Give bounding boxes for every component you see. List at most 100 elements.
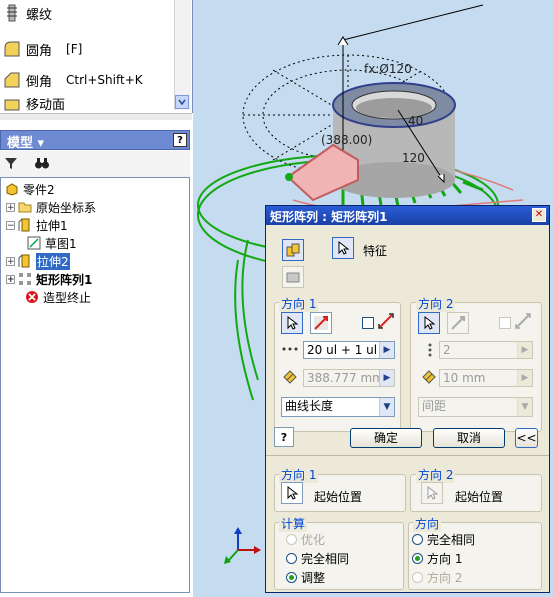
find-icon[interactable] xyxy=(34,155,50,171)
direction1-spacing-type-value: 曲线长度 xyxy=(285,399,334,413)
direction1-count-field[interactable]: 20 ul + 1 ul ▶ xyxy=(303,341,395,359)
move-face-icon xyxy=(4,99,20,111)
model-panel-title[interactable]: 模型 ▾ xyxy=(7,132,44,151)
orientation-direction2-radio[interactable]: 方向 2 xyxy=(412,569,462,586)
tree-item-label: 原始坐标系 xyxy=(36,200,97,215)
tree-item-extrude1[interactable]: − 拉伸1 xyxy=(6,216,68,234)
radio-label: 完全相同 xyxy=(427,533,476,547)
direction2-spacing-type-select[interactable]: 间距 ▼ xyxy=(418,397,533,417)
expand-toggle[interactable]: + xyxy=(6,202,15,212)
direction1-midplane-checkbox[interactable] xyxy=(362,317,374,329)
tree-item-label: 拉伸1 xyxy=(36,218,68,233)
command-fillet[interactable]: 圆角 [F] xyxy=(0,36,175,62)
collapse-button[interactable]: << xyxy=(515,428,538,448)
spin-arrow-icon[interactable]: ▶ xyxy=(517,370,532,386)
tree-item-label: 矩形阵列1 xyxy=(36,272,93,287)
select-features-button[interactable] xyxy=(332,237,354,259)
tree-item-label: 拉伸2 xyxy=(36,252,70,270)
direction2-flip-button[interactable] xyxy=(447,312,469,334)
rectangular-pattern-dialog: 矩形阵列 : 矩形阵列1 ✕ 特征 方向 1 20 ul + 1 ul ▶ 38… xyxy=(265,205,550,593)
collapse-toggle[interactable]: − xyxy=(6,220,15,230)
fillet-icon xyxy=(4,41,20,57)
pattern-solids-button[interactable] xyxy=(282,266,304,288)
radio-indicator xyxy=(412,572,423,583)
dimension-height[interactable]: 120 xyxy=(402,151,425,165)
start-dir1-button[interactable] xyxy=(281,482,303,504)
end-of-part-icon xyxy=(26,291,38,303)
direction2-count-field[interactable]: 2 ▶ xyxy=(439,341,533,359)
cursor-arrow-icon xyxy=(287,316,299,330)
compute-optimized-radio[interactable]: 优化 xyxy=(286,531,325,548)
expand-toggle[interactable]: + xyxy=(6,256,15,266)
dialog-title-bar[interactable]: 矩形阵列 : 矩形阵列1 ✕ xyxy=(266,206,549,225)
start-dir2-label: 起始位置 xyxy=(455,490,504,504)
tree-item-extrude2[interactable]: + 拉伸2 xyxy=(6,252,70,270)
tree-item-label: 零件2 xyxy=(23,182,55,197)
direction1-path-button[interactable] xyxy=(281,312,303,334)
dimension-inner[interactable]: 40 xyxy=(408,114,423,128)
dimension-spacing[interactable]: (388.00) xyxy=(321,133,372,147)
tree-item-part[interactable]: 零件2 xyxy=(5,180,55,198)
orientation-identical-radio[interactable]: 完全相同 xyxy=(412,531,475,548)
flip-direction-icon xyxy=(451,316,465,330)
compute-adjust-radio[interactable]: 调整 xyxy=(286,569,325,586)
count-icon xyxy=(282,347,298,351)
radio-indicator xyxy=(286,572,297,583)
direction1-spacing-field[interactable]: 388.777 mm ▶ xyxy=(303,369,395,387)
command-panel: 螺纹 圆角 [F] 倒角 Ctrl+Shift+K 移动面 xyxy=(0,0,193,113)
grip-point[interactable] xyxy=(285,173,293,181)
dropdown-arrow-icon[interactable]: ▼ xyxy=(517,398,532,416)
pattern-features-button[interactable] xyxy=(282,239,304,261)
direction2-spacing-field[interactable]: 10 mm ▶ xyxy=(439,369,533,387)
tree-item-origin[interactable]: + 原始坐标系 xyxy=(6,198,96,216)
compute-identical-radio[interactable]: 完全相同 xyxy=(286,550,349,567)
tree-item-sketch1[interactable]: 草图1 xyxy=(27,234,77,252)
spin-arrow-icon[interactable]: ▶ xyxy=(379,370,394,386)
cursor-arrow-icon xyxy=(424,316,436,330)
help-button[interactable]: ? xyxy=(274,427,294,447)
orientation-title: 方向 xyxy=(413,515,442,532)
chevron-down-icon xyxy=(178,99,186,106)
direction1-count-value: 20 ul + 1 ul xyxy=(307,343,378,357)
cancel-button[interactable]: 取消 xyxy=(433,428,505,448)
command-shortcut: Ctrl+Shift+K xyxy=(66,73,143,87)
start-dir2-button[interactable] xyxy=(421,482,443,504)
command-shortcut: [F] xyxy=(66,42,83,56)
direction1-flip-button[interactable] xyxy=(310,312,332,334)
close-button[interactable]: ✕ xyxy=(532,208,546,222)
spacing-icon xyxy=(283,370,297,384)
direction2-midplane-checkbox[interactable] xyxy=(499,317,511,329)
orientation-direction1-radio[interactable]: 方向 1 xyxy=(412,550,462,567)
cursor-arrow-icon xyxy=(338,241,350,255)
model-panel-header[interactable]: 模型 ▾ ? xyxy=(0,130,190,151)
midplane-icon xyxy=(378,313,394,329)
flip-direction-icon xyxy=(314,316,328,330)
command-label: 移动面 xyxy=(26,97,66,112)
direction1-spacing-type-select[interactable]: 曲线长度 ▼ xyxy=(281,397,395,417)
radio-label: 方向 1 xyxy=(427,552,463,566)
ok-button[interactable]: 确定 xyxy=(350,428,422,448)
command-move-face[interactable]: 移动面 xyxy=(0,95,175,111)
filter-icon[interactable] xyxy=(4,156,18,170)
command-chamfer[interactable]: 倒角 Ctrl+Shift+K xyxy=(0,67,175,93)
panel-splitter[interactable] xyxy=(0,113,192,120)
rect-feature xyxy=(286,143,359,202)
direction2-path-button[interactable] xyxy=(418,312,440,334)
command-label: 圆角 xyxy=(26,43,53,59)
tree-item-rect-pattern[interactable]: + 矩形阵列1 xyxy=(6,270,92,288)
command-scrollbar[interactable] xyxy=(174,0,191,110)
view-triad xyxy=(224,527,261,564)
spin-arrow-icon[interactable]: ▶ xyxy=(379,342,394,358)
model-tree: 零件2 + 原始坐标系 − 拉伸1 草图1 + 拉伸2 + 矩形阵列1 造型终止 xyxy=(0,177,190,593)
spin-arrow-icon[interactable]: ▶ xyxy=(517,342,532,358)
dropdown-arrow-icon[interactable]: ▼ xyxy=(379,398,394,416)
dimension-diameter[interactable]: fx:Ø120 xyxy=(364,62,412,76)
tree-item-end-of-part[interactable]: 造型终止 xyxy=(25,288,91,306)
expand-toggle[interactable]: + xyxy=(6,274,15,284)
scroll-down-button[interactable] xyxy=(175,95,189,109)
radio-indicator xyxy=(286,553,297,564)
rectangular-pattern-icon xyxy=(19,273,31,285)
help-button[interactable]: ? xyxy=(173,133,187,147)
start-dir2-title: 方向 2 xyxy=(416,466,456,483)
command-thread[interactable]: 螺纹 xyxy=(0,0,175,26)
